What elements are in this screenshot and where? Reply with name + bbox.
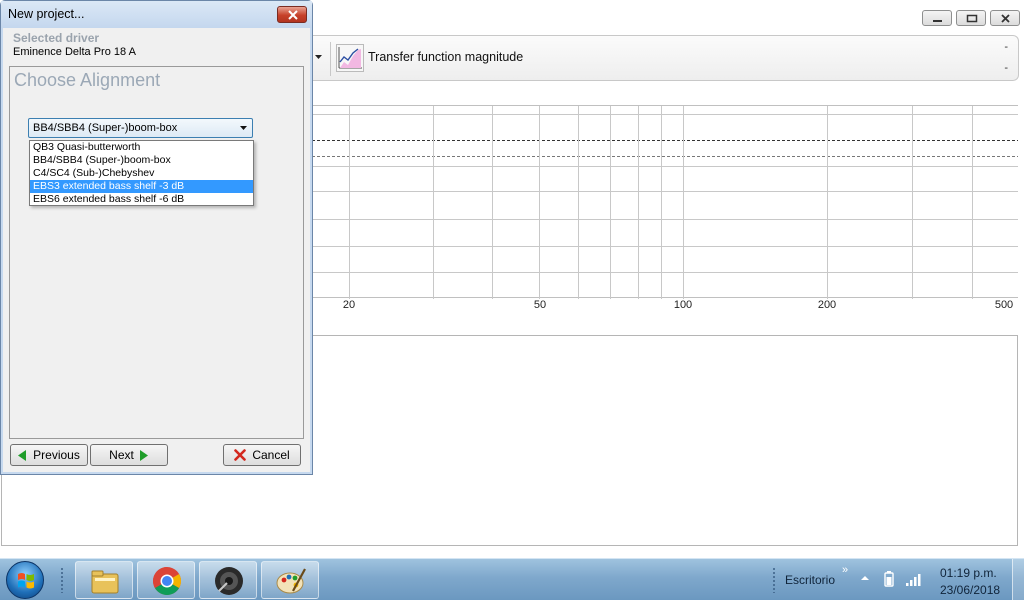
dialog-title: New project... — [8, 7, 85, 21]
chrome-icon — [153, 567, 181, 595]
chevron-down-icon — [240, 126, 247, 130]
selected-driver-name: Eminence Delta Pro 18 A — [13, 46, 136, 58]
alignment-option-ebs3[interactable]: EBS3 extended bass shelf -3 dB — [30, 180, 253, 193]
alignment-option-bb4[interactable]: BB4/SBB4 (Super-)boom-box — [30, 154, 253, 167]
toolbar-chevron[interactable]: » — [842, 564, 848, 576]
taskbar-grip[interactable] — [772, 567, 776, 593]
cancel-x-icon — [234, 449, 247, 461]
toolbar-dash-bottom: - — [1004, 62, 1008, 74]
windows-logo-icon — [18, 573, 34, 589]
next-button[interactable]: Next — [90, 444, 168, 466]
minimize-button[interactable] — [922, 10, 952, 26]
arrow-right-icon — [139, 449, 148, 461]
taskbar-app-chrome[interactable] — [137, 561, 195, 599]
taskbar-app-paint[interactable] — [261, 561, 319, 599]
previous-button-label: Previous — [33, 448, 80, 462]
taskbar-app-speaker[interactable] — [199, 561, 257, 599]
dialog-body: Selected driver Eminence Delta Pro 18 A … — [3, 28, 310, 472]
taskbar-grip[interactable] — [60, 567, 64, 593]
x-tick-label: 20 — [342, 299, 356, 311]
x-tick-label: 500 — [994, 299, 1014, 311]
graph-toolbar: Transfer function magnitude - - — [312, 35, 1019, 81]
restore-icon — [966, 14, 978, 23]
window-controls — [922, 10, 1020, 26]
toolbar-separator — [330, 42, 331, 76]
new-project-dialog: New project... Selected driver Eminence … — [0, 0, 313, 475]
dialog-titlebar[interactable]: New project... — [1, 1, 312, 28]
alignment-combobox-value: BB4/SBB4 (Super-)boom-box — [33, 122, 178, 134]
minimize-icon — [933, 20, 942, 22]
lower-panel-left-edge — [1, 474, 312, 546]
paint-icon — [276, 568, 306, 594]
show-desktop-button[interactable] — [1012, 559, 1024, 600]
battery-icon[interactable] — [884, 571, 894, 587]
graph-grid — [312, 106, 1018, 299]
cancel-button[interactable]: Cancel — [223, 444, 301, 466]
toolbar-dropdown-arrow-icon[interactable] — [315, 53, 323, 61]
x-tick-label: 100 — [673, 299, 693, 311]
x-tick-label: 200 — [817, 299, 837, 311]
frequency-graph — [312, 105, 1018, 299]
selected-driver-heading: Selected driver — [13, 31, 100, 45]
close-icon — [288, 10, 298, 20]
arrow-left-icon — [18, 449, 27, 461]
alignment-option-c4[interactable]: C4/SC4 (Sub-)Chebyshev — [30, 167, 253, 180]
start-button[interactable] — [6, 561, 44, 599]
alignment-option-ebs6[interactable]: EBS6 extended bass shelf -6 dB — [30, 193, 253, 206]
alignment-combobox[interactable]: BB4/SBB4 (Super-)boom-box — [28, 118, 253, 138]
next-button-label: Next — [109, 448, 134, 462]
previous-button[interactable]: Previous — [10, 444, 88, 466]
show-hidden-icons-icon[interactable] — [860, 571, 870, 585]
choose-alignment-heading: Choose Alignment — [14, 70, 161, 90]
close-button[interactable] — [990, 10, 1020, 26]
lower-panel — [312, 335, 1018, 546]
toolbar-dash-top: - — [1004, 41, 1008, 53]
desktop-toolbar-label[interactable]: Escritorio — [785, 573, 835, 587]
alignment-dropdown-list: QB3 Quasi-butterworth BB4/SBB4 (Super-)b… — [29, 140, 254, 206]
cancel-button-label: Cancel — [252, 448, 290, 462]
x-tick-label: 50 — [533, 299, 547, 311]
network-signal-icon[interactable] — [905, 571, 923, 587]
clock-time[interactable]: 01:19 p.m. — [940, 566, 997, 580]
file-explorer-icon — [91, 570, 119, 594]
close-icon — [1001, 14, 1010, 23]
transfer-function-icon[interactable] — [336, 44, 364, 72]
dialog-close-button[interactable] — [277, 6, 307, 23]
taskbar-app-file-explorer[interactable] — [75, 561, 133, 599]
clock-date[interactable]: 23/06/2018 — [940, 583, 1000, 597]
restore-button[interactable] — [956, 10, 986, 26]
transfer-function-label[interactable]: Transfer function magnitude — [368, 50, 523, 64]
alignment-option-qb3[interactable]: QB3 Quasi-butterworth — [30, 141, 253, 154]
speaker-app-icon — [215, 567, 243, 595]
taskbar: Escritorio » 01:19 p.m. 23/06/2018 — [0, 558, 1024, 600]
